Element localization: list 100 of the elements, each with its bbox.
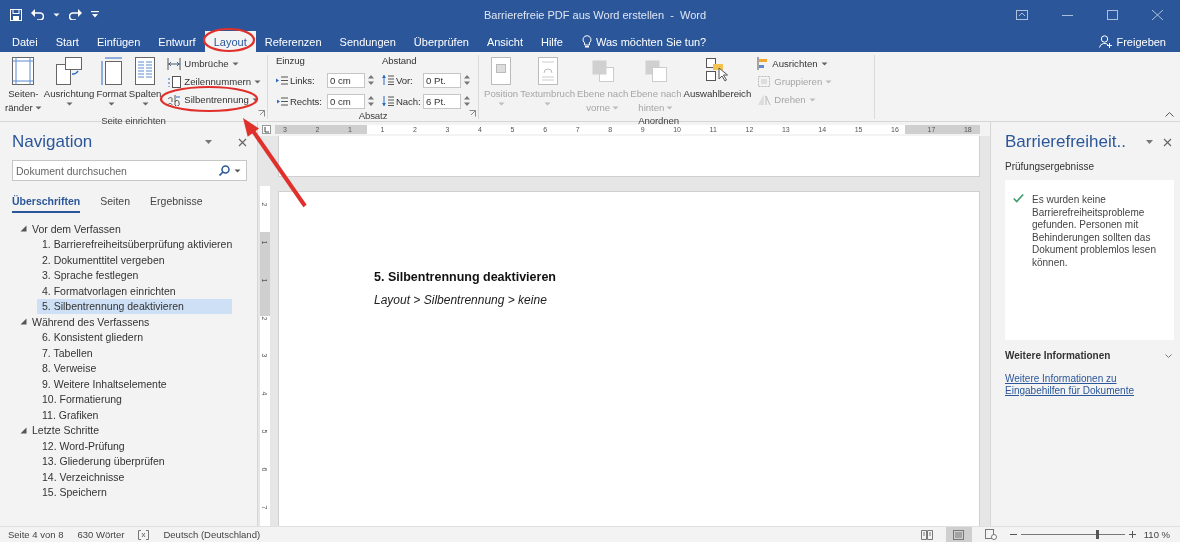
ribbon-tab[interactable]: Entwurf (149, 31, 205, 52)
close-icon[interactable] (1152, 9, 1163, 20)
language-label[interactable]: Deutsch (Deutschland) (163, 529, 261, 540)
dialog-launcher-icon[interactable] (258, 110, 265, 117)
zoom-level[interactable]: 110 % (1143, 529, 1170, 540)
group-label: Abstand (382, 55, 418, 68)
ribbon-button[interactable]: Ausrichtung (42, 55, 96, 115)
spinner-icon[interactable] (464, 95, 470, 107)
zoom-in-icon[interactable] (1128, 531, 1136, 538)
indent-right-icon (276, 96, 288, 106)
tab-selector[interactable] (262, 124, 271, 134)
outline-item[interactable]: 14. Verzeichnisse (37, 469, 232, 485)
ribbon-tab[interactable]: Datei (3, 31, 47, 52)
lightbulb-icon (582, 35, 592, 48)
align-icon (757, 57, 770, 70)
ribbon-button[interactable]: Spalten (127, 55, 163, 115)
outline-item[interactable]: 5. Silbentrennung deaktivieren (37, 298, 232, 314)
outline-item[interactable]: 3. Sprache festlegen (37, 267, 232, 283)
number-field[interactable]: 0 Pt. (423, 72, 461, 88)
expanded-triangle-icon[interactable] (20, 225, 27, 233)
image-position-icon (490, 56, 513, 86)
help-link[interactable]: Weitere Informationen zu Eingabehilfen für Dokumente (1005, 373, 1172, 397)
dropdown-icon[interactable] (205, 140, 212, 144)
chevron-icon[interactable] (1165, 353, 1172, 358)
ribbon-button[interactable]: Zeilennummern (165, 73, 263, 90)
ribbon-button[interactable]: Format (95, 55, 128, 115)
text-wrap-icon (536, 56, 559, 86)
field-label: Nach: (396, 95, 421, 107)
outline-item[interactable]: 9. Weitere Inhaltselemente (37, 376, 232, 392)
ribbon-tab[interactable]: Ansicht (477, 31, 532, 52)
ribbon-tab[interactable]: Einfügen (87, 31, 150, 52)
undo-icon[interactable] (31, 9, 44, 20)
dropdown-icon[interactable] (1146, 140, 1153, 144)
save-icon[interactable] (10, 8, 22, 21)
pane-tab[interactable]: Überschriften (12, 195, 81, 213)
ribbon-tab[interactable]: Sendungen (330, 31, 405, 52)
spacing-before-icon (382, 75, 394, 85)
outline-item[interactable]: 11. Grafiken (37, 407, 232, 423)
ribbon-button[interactable]: Ausrichten (755, 55, 835, 72)
close-icon[interactable] (238, 137, 247, 147)
share-button[interactable]: Freigeben (1093, 31, 1172, 52)
zoom-out-icon[interactable] (1009, 531, 1017, 538)
expanded-triangle-icon[interactable] (20, 426, 27, 434)
outline-item[interactable]: 12. Word-Prüfung (37, 438, 232, 454)
ribbon-display-icon[interactable] (1016, 9, 1028, 20)
number-field[interactable]: 0 cm (327, 93, 365, 109)
field-label: Links: (290, 74, 315, 86)
redo-icon[interactable] (69, 9, 82, 20)
dialog-launcher-icon[interactable] (469, 110, 476, 117)
result-message: Es wurden keine Barrierefreiheitsprobleme gefunden. Personen mit Behinderungen sollten das Dokument problemlos lesen können. (1032, 194, 1157, 269)
document-heading: 5. Silbentrennung deaktivieren (374, 270, 556, 284)
ribbon-tab[interactable]: Referenzen (255, 31, 331, 52)
pane-title: Navigation (12, 132, 94, 152)
close-icon[interactable] (1163, 137, 1172, 147)
ribbon-button[interactable]: Silbentrennung (165, 91, 263, 108)
outline-item[interactable]: 1. Barrierefreiheitsüberprüfung aktivieren (37, 236, 232, 252)
columns-icon (134, 56, 157, 86)
line-numbers-icon (167, 75, 182, 88)
ribbon-button[interactable]: Auswahlbereich (682, 55, 753, 115)
ribbon-button[interactable]: Seiten- ränder (4, 55, 43, 115)
collapse-ribbon-icon[interactable] (1165, 112, 1174, 117)
tab-stop-icon (263, 125, 270, 133)
print-layout-icon (953, 529, 965, 540)
pane-tab[interactable]: Ergebnisse (150, 195, 203, 213)
hyphenation-icon (167, 93, 182, 106)
spinner-icon[interactable] (368, 95, 374, 107)
zoom-slider-thumb[interactable] (1096, 530, 1100, 539)
proofing-icon[interactable] (138, 529, 150, 540)
number-field[interactable]: 0 cm (327, 72, 365, 88)
page-size-icon (99, 56, 124, 86)
page-margins-icon (11, 56, 36, 86)
expanded-triangle-icon[interactable] (20, 318, 27, 326)
outline-item[interactable]: 7. Tabellen (37, 345, 232, 361)
outline-item[interactable]: Vor dem Verfassen (12, 221, 121, 237)
ribbon-tab[interactable]: Überprüfen (404, 31, 478, 52)
maximize-icon[interactable] (1107, 9, 1118, 20)
read-mode-icon (920, 529, 933, 540)
spinner-icon[interactable] (368, 74, 374, 86)
outline-item[interactable]: 6. Konsistent gliedern (37, 329, 232, 345)
rotate-icon (757, 93, 772, 106)
outline-item[interactable]: 4. Formatvorlagen einrichten (37, 283, 232, 299)
customize-icon[interactable] (91, 11, 99, 18)
outline-item[interactable]: Während des Verfassens (12, 314, 150, 330)
outline-item[interactable]: 10. Formatierung (37, 391, 232, 407)
spinner-icon[interactable] (464, 74, 470, 86)
tell-me-button[interactable]: Was möchten Sie tun? (578, 31, 711, 52)
outline-item[interactable]: 2. Dokumenttitel vergeben (37, 252, 232, 268)
outline-item[interactable]: 15. Speichern (37, 484, 232, 500)
outline-item[interactable]: 13. Gliederung überprüfen (37, 453, 232, 469)
ribbon-tab[interactable]: Start (46, 31, 88, 52)
outline-item[interactable]: Letzte Schritte (12, 422, 100, 438)
ribbon-tab[interactable]: Hilfe (531, 31, 572, 52)
number-field[interactable]: 6 Pt. (423, 93, 461, 109)
pane-tab[interactable]: Seiten (100, 195, 131, 213)
ribbon-button[interactable]: Umbrüche (165, 55, 263, 72)
outline-item[interactable]: 8. Verweise (37, 360, 232, 376)
view-button[interactable] (945, 527, 972, 542)
highlight-ellipse (202, 27, 256, 53)
group-icon (757, 75, 772, 88)
window-title: Barrierefreie PDF aus Word erstellen - Word (482, 8, 708, 21)
